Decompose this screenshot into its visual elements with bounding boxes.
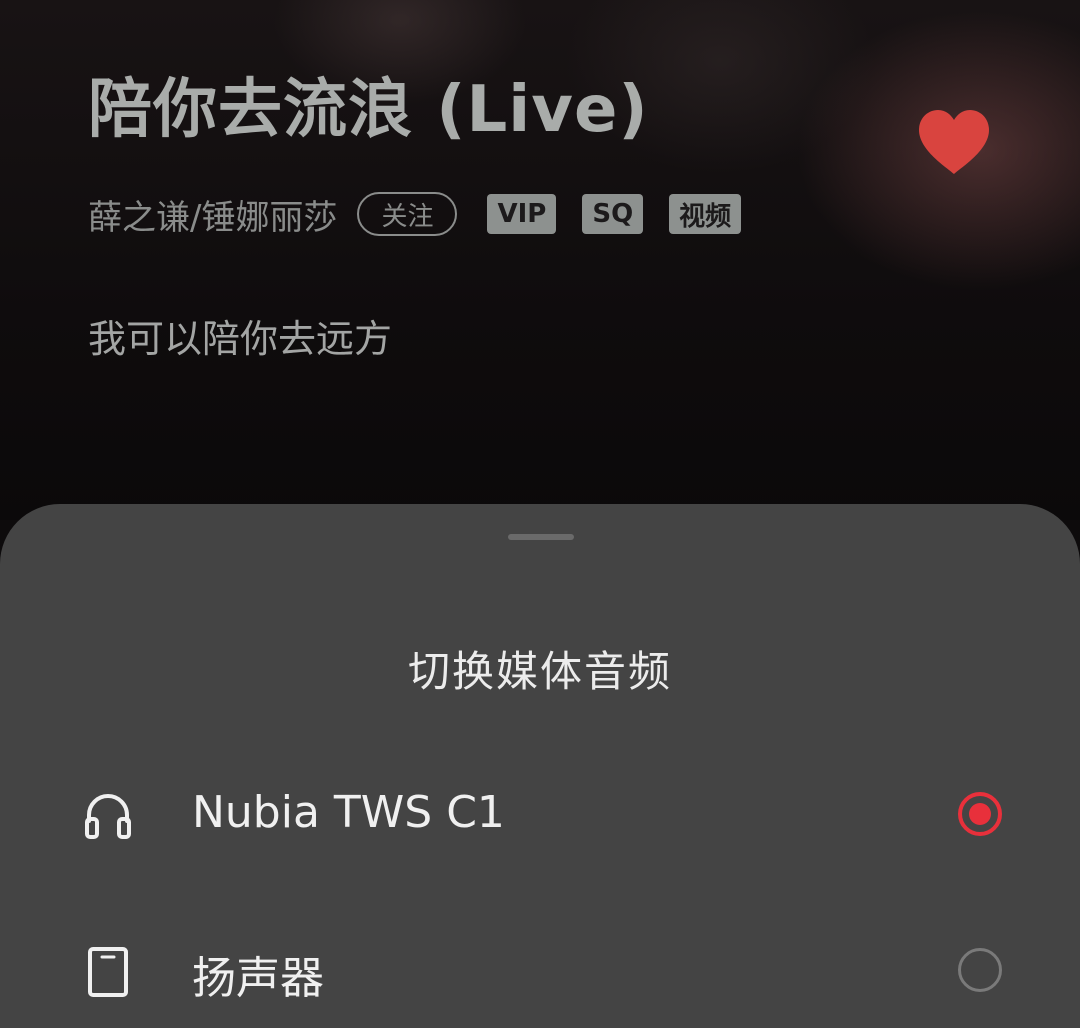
song-title: 陪你去流浪 (Live) (88, 73, 649, 147)
audio-option-nubia-tws-c1[interactable]: Nubia TWS C1 (0, 754, 1080, 874)
audio-option-label: Nubia TWS C1 (192, 787, 505, 838)
media-audio-sheet: 切换媒体音频 Nubia TWS C1 扬声器 (0, 504, 1080, 1028)
phone-speaker-icon (88, 947, 128, 997)
follow-button[interactable]: 关注 (357, 192, 458, 236)
sq-badge: SQ (582, 194, 644, 234)
song-meta-row: 薛之谦/锤娜丽莎 关注 VIP SQ 视频 (88, 190, 742, 239)
vip-badge: VIP (487, 194, 557, 234)
heart-icon[interactable] (916, 108, 992, 176)
audio-option-label: 扬声器 (192, 953, 324, 1004)
radio-unselected-icon[interactable] (958, 948, 1002, 992)
artist-name[interactable]: 薛之谦/锤娜丽莎 (88, 190, 337, 239)
sheet-drag-handle[interactable] (508, 534, 574, 540)
current-lyric: 我可以陪你去远方 (88, 317, 393, 361)
headphones-icon (85, 794, 131, 839)
radio-selected-icon[interactable] (958, 792, 1002, 836)
video-badge[interactable]: 视频 (669, 194, 742, 234)
sheet-title: 切换媒体音频 (407, 647, 672, 696)
audio-option-speaker[interactable]: 扬声器 (0, 908, 1080, 1028)
